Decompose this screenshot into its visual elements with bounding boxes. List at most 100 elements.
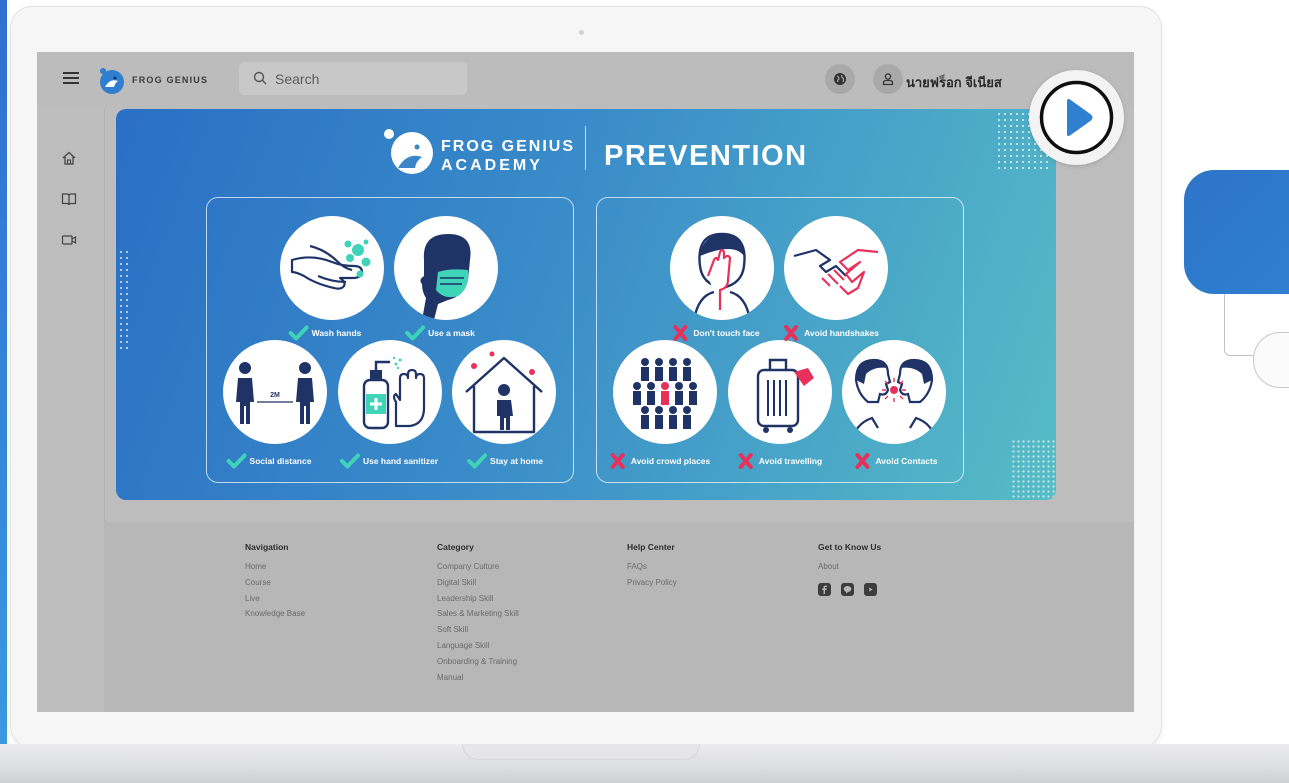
mask-icon: [420, 234, 471, 320]
decor-connector-line: [1224, 294, 1256, 356]
footer-link-onboarding-training[interactable]: Onboarding & Training: [437, 654, 519, 670]
dont-item-caption: Avoid handshakes: [781, 325, 879, 341]
footer-link-knowledge-base[interactable]: Knowledge Base: [245, 606, 305, 622]
do-item-label: Social distance: [249, 456, 312, 466]
home-icon[interactable]: [61, 150, 77, 166]
footer-link-course[interactable]: Course: [245, 575, 305, 591]
footer-link-soft-skill[interactable]: Soft Skill: [437, 622, 519, 638]
sidebar: [37, 108, 105, 712]
decor-pill: [1253, 332, 1289, 388]
footer-get-to-know-us: Get to Know Us About: [818, 542, 881, 596]
facebook-icon[interactable]: [818, 582, 831, 596]
academy-name-line1: FROG GENIUS: [441, 138, 576, 155]
language-button[interactable]: [825, 64, 855, 94]
footer-link-manual[interactable]: Manual: [437, 670, 519, 686]
contacts-icon: [850, 358, 938, 444]
footer-link-home[interactable]: Home: [245, 559, 305, 575]
checkmark-icon: [288, 325, 309, 341]
cross-icon: [852, 453, 872, 469]
globe-icon: [834, 73, 846, 85]
cross-icon: [670, 325, 690, 341]
checkmark-icon: [467, 453, 488, 469]
avoid-crowd-circle: [613, 340, 717, 444]
footer-link-faqs[interactable]: FAQs: [627, 559, 677, 575]
academy-name-line2: ACADEMY: [441, 157, 543, 174]
video-icon[interactable]: [61, 232, 77, 248]
line-icon[interactable]: [841, 582, 854, 596]
avoid-contacts-circle: [842, 340, 946, 444]
footer-link-live[interactable]: Live: [245, 591, 305, 607]
checkmark-icon: [226, 453, 247, 469]
footer-link-company-culture[interactable]: Company Culture: [437, 559, 519, 575]
dont-item-caption: Avoid travelling: [736, 453, 822, 469]
title-divider: [585, 126, 586, 170]
mask-circle: [394, 216, 498, 320]
dont-item-label: Don't touch face: [693, 328, 760, 338]
footer-category: Category Company Culture Digital Skill L…: [437, 542, 519, 685]
dont-item-label: Avoid Contacts: [875, 456, 938, 466]
camera-dot: [579, 30, 584, 35]
hamburger-menu-icon[interactable]: [63, 72, 79, 84]
do-item-caption: Wash hands: [288, 325, 361, 341]
do-item-label: Stay at home: [490, 456, 543, 466]
cross-icon: [608, 453, 628, 469]
cross-icon: [736, 453, 756, 469]
play-button[interactable]: [1029, 70, 1124, 165]
do-item-caption: Social distance: [226, 453, 312, 469]
footer-link-language-skill[interactable]: Language Skill: [437, 638, 519, 654]
footer-heading-get-to-know-us: Get to Know Us: [818, 542, 882, 552]
social-distance-circle: 2M: [223, 340, 327, 444]
avoid-travelling-circle: [728, 340, 832, 444]
do-item-caption: Use a mask: [405, 325, 475, 341]
username[interactable]: นายฟร็อก จีเนียส: [906, 72, 1002, 93]
search-input[interactable]: [275, 62, 460, 95]
footer-link-digital-skill[interactable]: Digital Skill: [437, 575, 519, 591]
footer-link-leadership-skill[interactable]: Leadership Skill: [437, 591, 519, 607]
footer: Navigation Home Course Live Knowledge Ba…: [104, 522, 1134, 712]
frog-academy-logo-icon: [384, 129, 433, 174]
distance-label: 2M: [270, 392, 280, 399]
footer-heading-help-center: Help Center: [627, 542, 675, 552]
hand-sanitizer-icon: [362, 356, 426, 430]
do-item-caption: Use hand sanitizer: [339, 453, 439, 469]
dont-item-label: Avoid travelling: [758, 456, 823, 466]
avoid-handshakes-circle: [784, 216, 888, 320]
checkmark-icon: [339, 453, 360, 469]
decor-blue-card: [1184, 170, 1289, 294]
youtube-icon[interactable]: [864, 582, 877, 596]
checkmark-icon: [405, 325, 426, 341]
do-item-label: Use hand sanitizer: [362, 456, 439, 466]
dont-item-caption: Don't touch face: [670, 325, 760, 341]
search-box[interactable]: [239, 62, 467, 95]
suitcase-icon: [756, 358, 814, 433]
banner-title: PREVENTION: [604, 140, 808, 172]
search-icon: [253, 71, 267, 85]
handshake-icon: [793, 248, 879, 296]
footer-navigation: Navigation Home Course Live Knowledge Ba…: [245, 542, 305, 622]
footer-link-about[interactable]: About: [818, 559, 881, 575]
footer-link-privacy-policy[interactable]: Privacy Policy: [627, 575, 677, 591]
laptop-notch: [462, 744, 700, 760]
wash-hands-icon: [290, 239, 371, 290]
decor-dots-left: [118, 249, 132, 349]
footer-help-center: Help Center FAQs Privacy Policy: [627, 542, 677, 591]
stay-home-circle: [452, 340, 556, 444]
crowd-icon: [633, 358, 697, 429]
do-item-label: Use a mask: [428, 328, 475, 338]
book-icon[interactable]: [61, 191, 77, 207]
do-item-caption: Stay at home: [467, 453, 543, 469]
play-icon: [1039, 80, 1114, 155]
app-screen: FROG GENIUS นายฟร็อก จีเนียส: [37, 52, 1134, 712]
cross-icon: [781, 325, 801, 341]
profile-button[interactable]: [873, 64, 903, 94]
dont-item-label: Avoid handshakes: [804, 328, 879, 338]
dont-item-caption: Avoid crowd places: [608, 453, 710, 469]
hand-sanitizer-circle: [338, 340, 442, 444]
prevention-banner: FROG GENIUS ACADEMY PREVENTION 2M Wash h…: [116, 109, 1056, 500]
footer-link-sales-marketing-skill[interactable]: Sales & Marketing Skill: [437, 606, 519, 622]
brand-name[interactable]: FROG GENIUS: [132, 75, 208, 85]
frog-logo-icon[interactable]: [96, 65, 126, 95]
footer-heading-category: Category: [437, 542, 474, 552]
dont-item-caption: Avoid Contacts: [852, 453, 938, 469]
social-links: [818, 582, 881, 596]
